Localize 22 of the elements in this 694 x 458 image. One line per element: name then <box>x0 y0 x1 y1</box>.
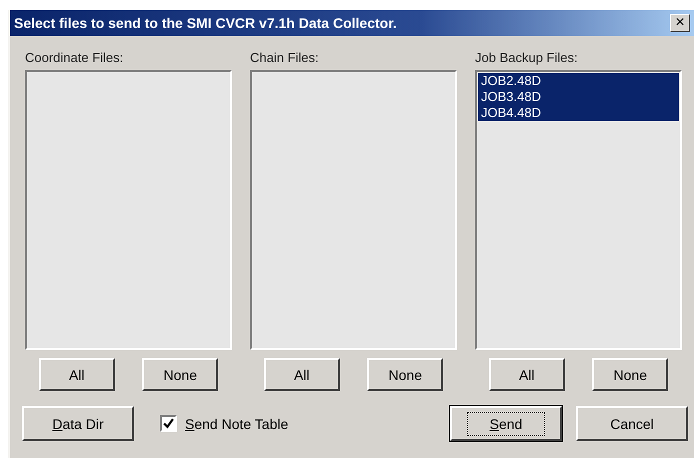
select-button[interactable]: All <box>488 358 565 391</box>
list-label: Chain Files: <box>250 50 320 67</box>
send-button[interactable]: Send <box>450 406 562 441</box>
cancel-button[interactable]: Cancel <box>576 406 688 441</box>
list-item[interactable]: JOB2.48D <box>478 73 679 89</box>
file-list[interactable]: JOB2.48D JOB3.48D JOB4.48D <box>475 70 682 350</box>
list-label: Coordinate Files: <box>25 50 124 67</box>
list-item[interactable]: JOB4.48D <box>478 105 679 121</box>
select-button[interactable]: All <box>38 358 115 391</box>
data-dir-button[interactable]: Data Dir <box>22 406 134 441</box>
file-list[interactable] <box>250 70 457 350</box>
select-button[interactable]: None <box>142 358 218 391</box>
select-button[interactable]: None <box>367 358 444 391</box>
checkbox[interactable] <box>160 415 177 432</box>
list-label: Job Backup Files: <box>475 50 579 67</box>
close-button[interactable]: × <box>670 14 690 32</box>
file-list[interactable] <box>25 70 232 350</box>
select-button[interactable]: All <box>264 358 340 391</box>
checkbox-label: Send Note Table <box>185 416 288 432</box>
window-title: Select files to send to the SMI CVCR v7.1h Data Collector. <box>14 15 398 31</box>
select-button[interactable]: None <box>592 358 668 391</box>
list-item[interactable]: JOB3.48D <box>478 89 679 105</box>
